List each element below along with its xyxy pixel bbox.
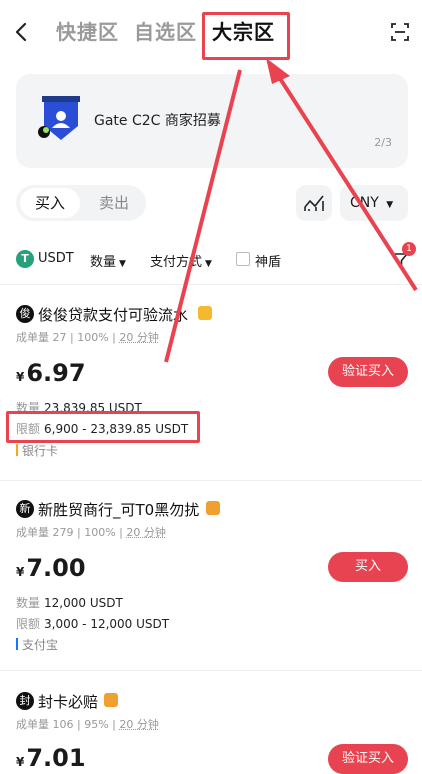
payment-color-bar (16, 444, 18, 456)
price: ¥6.97 (16, 359, 86, 387)
shield-checkbox[interactable] (236, 252, 250, 266)
usdt-icon: T (16, 250, 34, 268)
currency-symbol: ¥ (16, 565, 25, 579)
quantity-value: 12,000 USDT (44, 596, 123, 610)
price: ¥7.01 (16, 744, 86, 772)
back-icon[interactable] (12, 18, 32, 46)
orders-count: 279 (52, 526, 74, 539)
currency-value: CNY (350, 195, 379, 211)
divider (0, 480, 422, 481)
depth-chart-button[interactable] (296, 185, 332, 221)
avg-time: 20 分钟 (119, 718, 159, 731)
price-value: 7.01 (26, 744, 86, 772)
buy-tab[interactable]: 买入 (20, 188, 80, 218)
currency-symbol: ¥ (16, 755, 25, 769)
merchant-recruit-banner[interactable]: Gate C2C 商家招募 2/3 (16, 74, 408, 168)
scan-icon[interactable] (390, 22, 410, 42)
amount-filter-label: 数量 (90, 255, 117, 270)
quantity-row: 数量 12,000 USDT (16, 594, 123, 611)
banner-pager: 2/3 (374, 136, 392, 149)
merchant-avatar[interactable]: 新 (16, 500, 34, 518)
price-value: 7.00 (26, 554, 86, 582)
currency-symbol: ¥ (16, 370, 25, 384)
completion-rate: 95% (84, 718, 109, 731)
price: ¥7.00 (16, 554, 86, 582)
ad-card: 俊 俊俊贷款支付可验流水 成单量 27 | 100% | 20 分钟 ¥6.97… (0, 305, 422, 475)
merchant-avatar[interactable]: 封 (16, 692, 34, 710)
shield-checkbox-label: 神盾 (255, 255, 282, 270)
divider (0, 284, 422, 285)
avg-time: 20 分钟 (126, 526, 166, 539)
merchant-shield-icon (38, 96, 84, 146)
divider (0, 670, 422, 671)
verified-badge-icon (104, 693, 118, 707)
merchant-avatar[interactable]: 俊 (16, 305, 34, 323)
amount-filter[interactable]: 数量 ▼ (90, 251, 126, 270)
filter-bar: T USDT 数量 ▼ 支付方式 ▼ 神盾 1 (0, 242, 422, 274)
completion-rate: 100% (84, 526, 116, 539)
payment-filter-label: 支付方式 (150, 255, 203, 270)
merchant-stats: 成单量 106 | 95% | 20 分钟 (16, 718, 159, 731)
orders-count: 106 (52, 718, 74, 731)
merchant-name[interactable]: 新胜贸商行_可T0黑勿扰 (38, 499, 199, 520)
merchant-name[interactable]: 俊俊贷款支付可验流水 (38, 304, 188, 325)
merchant-stats: 成单量 279 | 100% | 20 分钟 (16, 526, 166, 539)
orders-label: 成单量 (16, 526, 49, 539)
orders-label: 成单量 (16, 331, 49, 344)
completion-rate: 100% (77, 331, 109, 344)
verify-buy-button[interactable]: 验证买入 (328, 744, 408, 774)
payment-color-bar (16, 638, 18, 650)
filter-badge: 1 (402, 242, 416, 256)
limit-label: 限额 (16, 617, 41, 631)
payment-method: 支付宝 (16, 636, 58, 653)
caret-down-icon: ▼ (205, 259, 212, 269)
banner-title: Gate C2C 商家招募 (94, 113, 221, 129)
verified-badge-icon (206, 501, 220, 515)
limit-row: 限额 3,000 - 12,000 USDT (16, 615, 169, 632)
sell-tab[interactable]: 卖出 (86, 188, 142, 218)
orders-count: 27 (52, 331, 67, 344)
payment-method: 银行卡 (16, 442, 58, 459)
tab-quick-zone[interactable]: 快捷区 (56, 16, 119, 45)
avg-time: 20 分钟 (119, 331, 159, 344)
verify-buy-button[interactable]: 验证买入 (328, 357, 408, 387)
merchant-stats: 成单量 27 | 100% | 20 分钟 (16, 331, 159, 344)
orders-label: 成单量 (16, 718, 49, 731)
limit-value: 3,000 - 12,000 USDT (44, 617, 170, 631)
trade-side-toggle: 买入 卖出 (16, 185, 146, 221)
caret-down-icon: ▼ (119, 259, 126, 269)
payment-filter[interactable]: 支付方式 ▼ (150, 251, 212, 270)
payment-label: 支付宝 (22, 638, 59, 652)
limit-highlight-box (6, 411, 200, 443)
price-value: 6.97 (26, 359, 86, 387)
ad-card: 新 新胜贸商行_可T0黑勿扰 成单量 279 | 100% | 20 分钟 ¥7… (0, 500, 422, 660)
tab-highlight-box (202, 12, 290, 60)
payment-label: 银行卡 (22, 444, 59, 458)
depth-chart-icon (304, 195, 324, 211)
quantity-label: 数量 (16, 596, 41, 610)
chevron-down-icon: ▼ (386, 200, 394, 210)
buy-button[interactable]: 买入 (328, 552, 408, 582)
merchant-name[interactable]: 封卡必赔 (38, 691, 98, 712)
verified-badge-icon (198, 306, 212, 320)
tab-favorites-zone[interactable]: 自选区 (134, 16, 197, 45)
currency-select[interactable]: CNY ▼ (340, 185, 408, 221)
coin-filter[interactable]: USDT (38, 251, 74, 266)
ad-card: 封 封卡必赔 成单量 106 | 95% | 20 分钟 ¥7.01 验证买入 (0, 691, 422, 774)
